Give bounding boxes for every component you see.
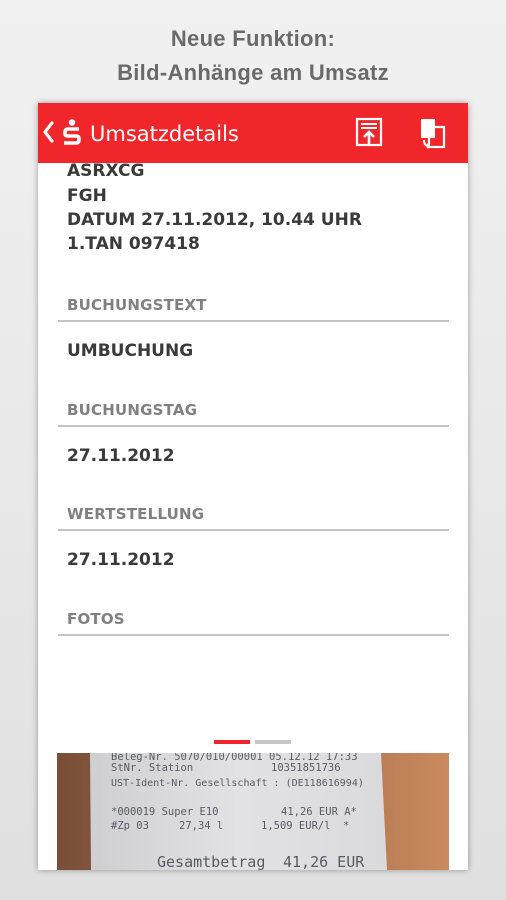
pager-dot-active[interactable] (214, 740, 250, 744)
detail-line: FGH (67, 186, 107, 206)
receipt-photo-image: Beleg-Nr. 5070/010/00001 05.12.12 17:33 … (57, 753, 449, 870)
action-bar: Umsatzdetails (38, 103, 468, 163)
section-value-buchungstext: UMBUCHUNG (67, 341, 194, 361)
transaction-details-scroll[interactable]: ASRXCG FGH DATUM 27.11.2012, 10.44 UHR 1… (38, 163, 468, 870)
receipt-total: 41,26 EUR (283, 853, 365, 870)
export-button[interactable] (351, 116, 385, 150)
pager-dot[interactable] (255, 740, 291, 744)
receipt-pump: #Zp 03 (111, 820, 149, 832)
promo-headline-1: Neue Funktion: (170, 26, 336, 51)
receipt-ustid: UST-Ident-Nr. Gesellschaft : (DE11861699… (111, 778, 364, 789)
receipt-item-amount: 41,26 EUR A* (281, 806, 357, 818)
sparkasse-logo-icon (63, 119, 81, 145)
receipt-price: 1,509 EUR/l (261, 820, 331, 832)
section-label-fotos: FOTOS (67, 610, 125, 628)
divider (58, 529, 449, 531)
section-label-wertstellung: WERTSTELLUNG (67, 505, 205, 523)
detail-line: DATUM 27.11.2012, 10.44 UHR (67, 210, 362, 230)
back-button[interactable] (42, 117, 86, 149)
divider (58, 634, 449, 636)
receipt-total-label: Gesamtbetrag (157, 853, 265, 870)
receipt-photo[interactable]: Beleg-Nr. 5070/010/00001 05.12.12 17:33 … (57, 753, 449, 870)
divider (58, 320, 449, 322)
detail-line: ASRXCG (67, 163, 145, 181)
receipt-liters: 27,34 l (179, 820, 223, 832)
section-value-wertstellung: 27.11.2012 (67, 550, 175, 570)
section-value-buchungstag: 27.11.2012 (67, 446, 175, 466)
promo-headline-2: Bild-Anhänge am Umsatz (117, 60, 389, 85)
export-document-icon (355, 117, 383, 147)
section-label-buchungstext: BUCHUNGSTEXT (67, 296, 207, 314)
screen-title: Umsatzdetails (90, 122, 239, 146)
receipt-item: *000019 Super E10 (111, 806, 218, 818)
copy-pages-button[interactable] (416, 116, 450, 150)
copy-pages-icon (421, 119, 446, 149)
divider (58, 425, 449, 427)
phone-screen: Umsatzdetails ASRXCG FGH DATUM 27.11.201… (38, 103, 468, 870)
section-label-buchungstag: BUCHUNGSTAG (67, 401, 198, 419)
receipt-station: StNr. Station (111, 762, 193, 774)
receipt-station-no: 10351851736 (271, 762, 341, 774)
chevron-left-icon (43, 121, 54, 143)
detail-line: 1.TAN 097418 (67, 234, 200, 254)
receipt-pump-mark: * (343, 820, 349, 832)
